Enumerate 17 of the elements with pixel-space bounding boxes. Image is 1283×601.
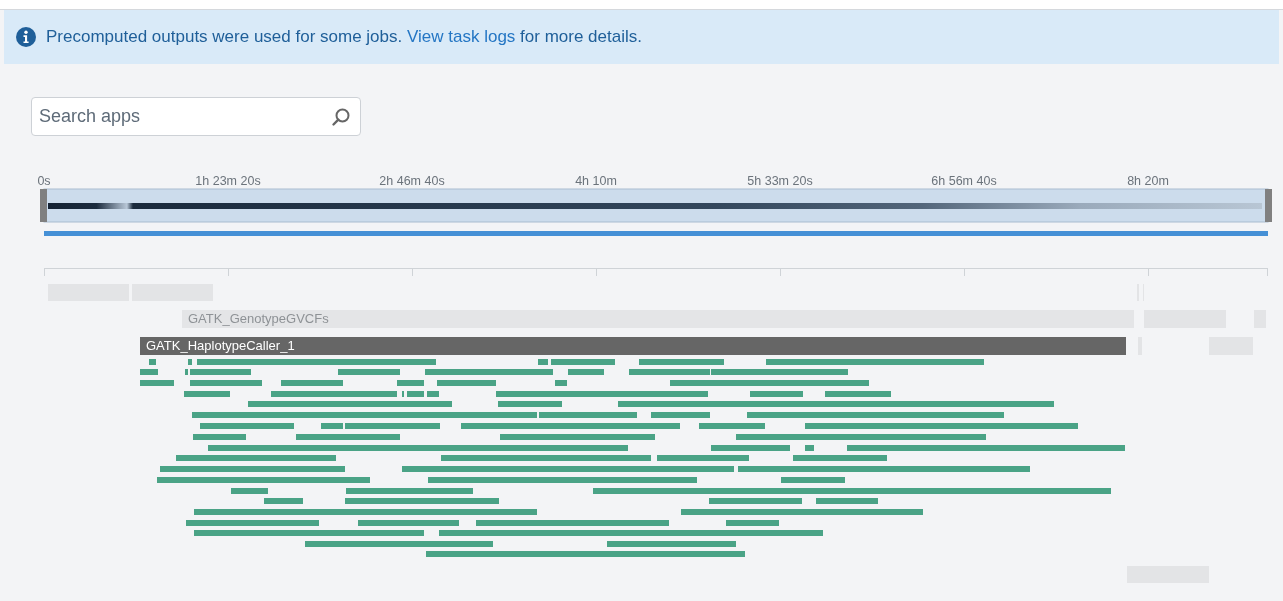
search-field[interactable]: Search apps [31,97,361,136]
axis-label: 8h 20m [1127,174,1169,188]
task-logs-link[interactable]: View task logs [407,27,516,46]
job-bar[interactable]: GATK_HaplotypeCaller_1 [140,337,1126,355]
axis-label: 1h 23m 20s [195,174,261,188]
search-icon [331,107,351,127]
selection-bar[interactable] [44,231,1268,236]
axis-label: 6h 56m 40s [931,174,997,188]
axis-label: 5h 33m 20s [747,174,813,188]
axis-label: 4h 10m [575,174,617,188]
info-message: Precomputed outputs were used for some jobs. View task logs for more details. [46,27,642,47]
info-icon [16,27,36,47]
range-handle[interactable] [1265,189,1272,222]
job-bar[interactable]: GATK_GenotypeGVCFs [182,310,1134,328]
axis-label: 0s [37,174,51,188]
range-handle[interactable] [40,189,47,222]
axis-label: 2h 46m 40s [379,174,445,188]
